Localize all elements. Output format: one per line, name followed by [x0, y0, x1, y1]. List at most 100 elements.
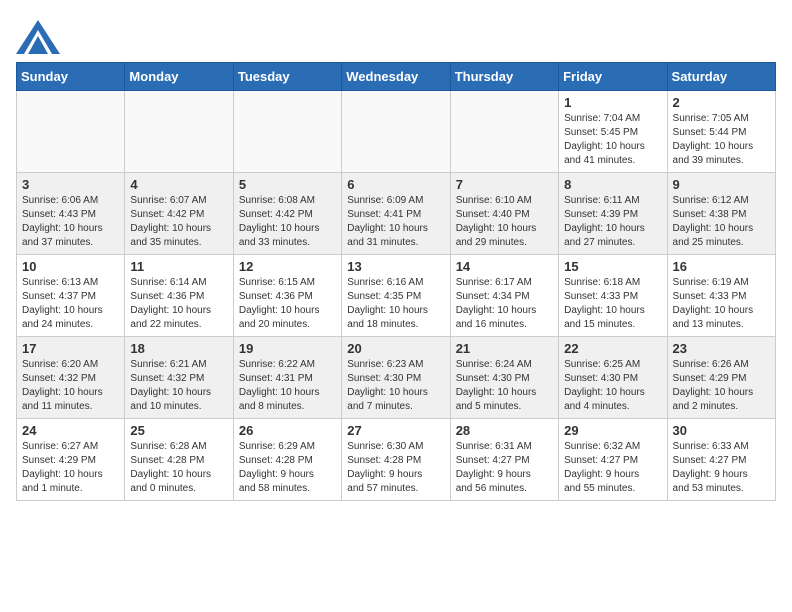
day-number: 8: [564, 177, 661, 192]
day-info: Sunrise: 6:22 AM Sunset: 4:31 PM Dayligh…: [239, 358, 336, 414]
day-info: Sunrise: 7:04 AM Sunset: 5:45 PM Dayligh…: [564, 112, 661, 168]
calendar-cell: 11 Sunrise: 6:14 AM Sunset: 4:36 PM Dayli…: [125, 255, 233, 337]
day-info: Sunrise: 6:23 AM Sunset: 4:30 PM Dayligh…: [347, 358, 444, 414]
day-number: 25: [130, 423, 227, 438]
day-number: 30: [673, 423, 770, 438]
day-info: Sunrise: 6:09 AM Sunset: 4:41 PM Dayligh…: [347, 194, 444, 250]
day-info: Sunrise: 6:12 AM Sunset: 4:38 PM Dayligh…: [673, 194, 770, 250]
calendar-cell: 8 Sunrise: 6:11 AM Sunset: 4:39 PM Daylig…: [559, 173, 667, 255]
day-info: Sunrise: 6:26 AM Sunset: 4:29 PM Dayligh…: [673, 358, 770, 414]
day-number: 4: [130, 177, 227, 192]
day-number: 23: [673, 341, 770, 356]
weekday-header-thursday: Thursday: [450, 63, 558, 91]
calendar-cell: 15 Sunrise: 6:18 AM Sunset: 4:33 PM Dayli…: [559, 255, 667, 337]
day-number: 12: [239, 259, 336, 274]
calendar-cell: 12 Sunrise: 6:15 AM Sunset: 4:36 PM Dayli…: [233, 255, 341, 337]
day-number: 6: [347, 177, 444, 192]
day-info: Sunrise: 6:19 AM Sunset: 4:33 PM Dayligh…: [673, 276, 770, 332]
calendar-cell: 1 Sunrise: 7:04 AM Sunset: 5:45 PM Daylig…: [559, 91, 667, 173]
calendar-cell: [450, 91, 558, 173]
calendar-cell: 28 Sunrise: 6:31 AM Sunset: 4:27 PM Dayli…: [450, 419, 558, 501]
day-number: 7: [456, 177, 553, 192]
calendar-cell: 14 Sunrise: 6:17 AM Sunset: 4:34 PM Dayli…: [450, 255, 558, 337]
calendar-cell: 21 Sunrise: 6:24 AM Sunset: 4:30 PM Dayli…: [450, 337, 558, 419]
day-number: 16: [673, 259, 770, 274]
day-info: Sunrise: 6:17 AM Sunset: 4:34 PM Dayligh…: [456, 276, 553, 332]
calendar-cell: 20 Sunrise: 6:23 AM Sunset: 4:30 PM Dayli…: [342, 337, 450, 419]
day-number: 9: [673, 177, 770, 192]
day-info: Sunrise: 6:24 AM Sunset: 4:30 PM Dayligh…: [456, 358, 553, 414]
logo: [16, 16, 64, 54]
weekday-header-wednesday: Wednesday: [342, 63, 450, 91]
calendar-cell: 29Sunrise: 6:32 AM Sunset: 4:27 PM Dayli…: [559, 419, 667, 501]
day-info: Sunrise: 6:28 AM Sunset: 4:28 PM Dayligh…: [130, 440, 227, 496]
calendar-cell: 26 Sunrise: 6:29 AM Sunset: 4:28 PM Dayli…: [233, 419, 341, 501]
calendar-cell: 19Sunrise: 6:22 AM Sunset: 4:31 PM Dayli…: [233, 337, 341, 419]
weekday-header-monday: Monday: [125, 63, 233, 91]
day-number: 2: [673, 95, 770, 110]
day-info: Sunrise: 6:14 AM Sunset: 4:36 PM Dayligh…: [130, 276, 227, 332]
calendar-cell: 24 Sunrise: 6:27 AM Sunset: 4:29 PM Dayli…: [17, 419, 125, 501]
calendar-week-row: 3 Sunrise: 6:06 AM Sunset: 4:43 PM Daylig…: [17, 173, 776, 255]
logo-icon: [16, 16, 60, 54]
day-info: Sunrise: 7:05 AM Sunset: 5:44 PM Dayligh…: [673, 112, 770, 168]
day-number: 13: [347, 259, 444, 274]
day-number: 17: [22, 341, 119, 356]
calendar-cell: [342, 91, 450, 173]
calendar-header-row: SundayMondayTuesdayWednesdayThursdayFrid…: [17, 63, 776, 91]
calendar-cell: 6 Sunrise: 6:09 AM Sunset: 4:41 PM Daylig…: [342, 173, 450, 255]
calendar-cell: [233, 91, 341, 173]
weekday-header-friday: Friday: [559, 63, 667, 91]
day-info: Sunrise: 6:29 AM Sunset: 4:28 PM Dayligh…: [239, 440, 336, 496]
calendar-cell: 4 Sunrise: 6:07 AM Sunset: 4:42 PM Daylig…: [125, 173, 233, 255]
calendar-week-row: 1 Sunrise: 7:04 AM Sunset: 5:45 PM Daylig…: [17, 91, 776, 173]
day-info: Sunrise: 6:06 AM Sunset: 4:43 PM Dayligh…: [22, 194, 119, 250]
calendar-week-row: 17 Sunrise: 6:20 AM Sunset: 4:32 PM Dayli…: [17, 337, 776, 419]
calendar-cell: 7Sunrise: 6:10 AM Sunset: 4:40 PM Daylig…: [450, 173, 558, 255]
calendar-cell: 18Sunrise: 6:21 AM Sunset: 4:32 PM Dayli…: [125, 337, 233, 419]
day-number: 3: [22, 177, 119, 192]
calendar-cell: 25 Sunrise: 6:28 AM Sunset: 4:28 PM Dayli…: [125, 419, 233, 501]
day-number: 22: [564, 341, 661, 356]
day-info: Sunrise: 6:27 AM Sunset: 4:29 PM Dayligh…: [22, 440, 119, 496]
day-number: 28: [456, 423, 553, 438]
calendar-cell: [125, 91, 233, 173]
day-number: 21: [456, 341, 553, 356]
calendar-cell: 9 Sunrise: 6:12 AM Sunset: 4:38 PM Daylig…: [667, 173, 775, 255]
calendar-cell: 30 Sunrise: 6:33 AM Sunset: 4:27 PM Dayli…: [667, 419, 775, 501]
calendar-cell: 13Sunrise: 6:16 AM Sunset: 4:35 PM Dayli…: [342, 255, 450, 337]
calendar-cell: 17 Sunrise: 6:20 AM Sunset: 4:32 PM Dayli…: [17, 337, 125, 419]
day-number: 10: [22, 259, 119, 274]
day-info: Sunrise: 6:15 AM Sunset: 4:36 PM Dayligh…: [239, 276, 336, 332]
calendar-cell: 3 Sunrise: 6:06 AM Sunset: 4:43 PM Daylig…: [17, 173, 125, 255]
day-number: 20: [347, 341, 444, 356]
calendar-cell: 22 Sunrise: 6:25 AM Sunset: 4:30 PM Dayli…: [559, 337, 667, 419]
calendar-table: SundayMondayTuesdayWednesdayThursdayFrid…: [16, 62, 776, 501]
day-info: Sunrise: 6:07 AM Sunset: 4:42 PM Dayligh…: [130, 194, 227, 250]
day-number: 26: [239, 423, 336, 438]
day-number: 29: [564, 423, 661, 438]
calendar-week-row: 10 Sunrise: 6:13 AM Sunset: 4:37 PM Dayli…: [17, 255, 776, 337]
day-info: Sunrise: 6:30 AM Sunset: 4:28 PM Dayligh…: [347, 440, 444, 496]
day-number: 15: [564, 259, 661, 274]
day-number: 1: [564, 95, 661, 110]
calendar-cell: 10 Sunrise: 6:13 AM Sunset: 4:37 PM Dayli…: [17, 255, 125, 337]
day-info: Sunrise: 6:21 AM Sunset: 4:32 PM Dayligh…: [130, 358, 227, 414]
day-info: Sunrise: 6:25 AM Sunset: 4:30 PM Dayligh…: [564, 358, 661, 414]
day-number: 24: [22, 423, 119, 438]
calendar-week-row: 24 Sunrise: 6:27 AM Sunset: 4:29 PM Dayli…: [17, 419, 776, 501]
page-header: [16, 16, 776, 54]
calendar-cell: 2 Sunrise: 7:05 AM Sunset: 5:44 PM Daylig…: [667, 91, 775, 173]
weekday-header-tuesday: Tuesday: [233, 63, 341, 91]
calendar-cell: 5Sunrise: 6:08 AM Sunset: 4:42 PM Daylig…: [233, 173, 341, 255]
day-number: 11: [130, 259, 227, 274]
day-info: Sunrise: 6:20 AM Sunset: 4:32 PM Dayligh…: [22, 358, 119, 414]
day-info: Sunrise: 6:33 AM Sunset: 4:27 PM Dayligh…: [673, 440, 770, 496]
calendar-cell: [17, 91, 125, 173]
calendar-cell: 16 Sunrise: 6:19 AM Sunset: 4:33 PM Dayli…: [667, 255, 775, 337]
day-info: Sunrise: 6:31 AM Sunset: 4:27 PM Dayligh…: [456, 440, 553, 496]
day-info: Sunrise: 6:13 AM Sunset: 4:37 PM Dayligh…: [22, 276, 119, 332]
day-info: Sunrise: 6:11 AM Sunset: 4:39 PM Dayligh…: [564, 194, 661, 250]
day-info: Sunrise: 6:18 AM Sunset: 4:33 PM Dayligh…: [564, 276, 661, 332]
day-number: 14: [456, 259, 553, 274]
